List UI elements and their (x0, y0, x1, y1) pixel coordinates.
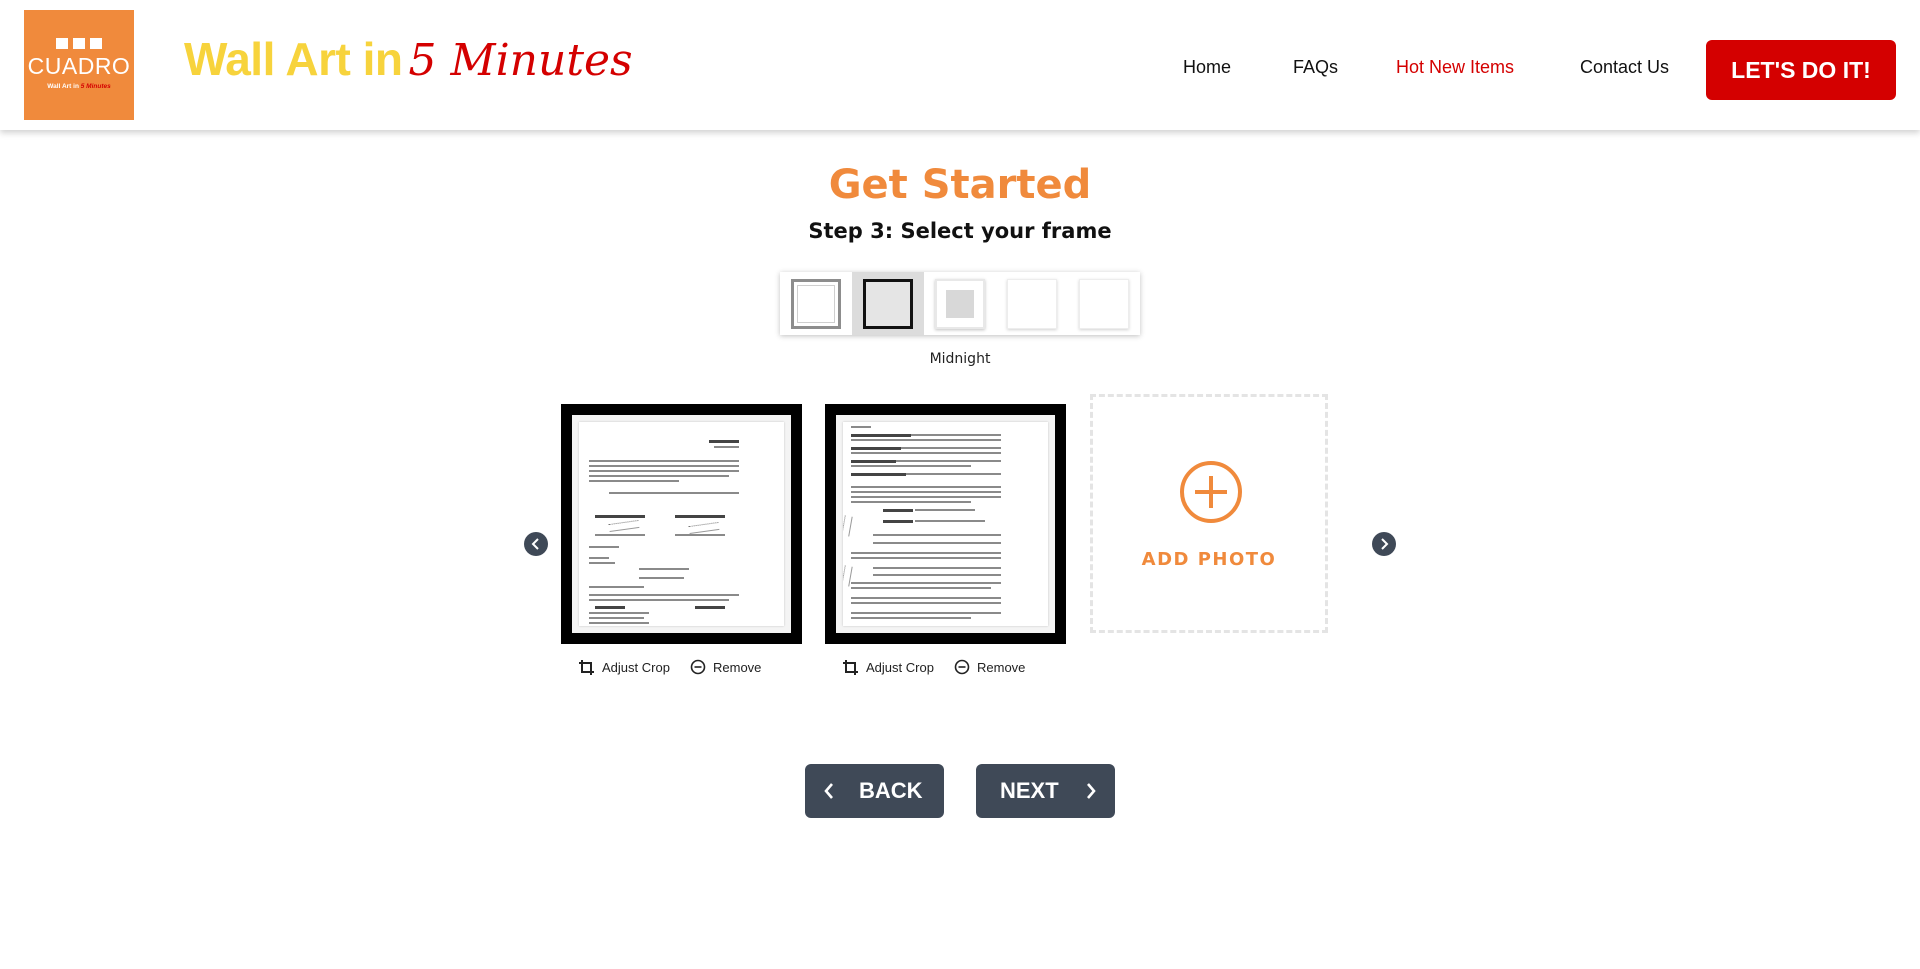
remove-button[interactable]: Remove (954, 659, 1025, 675)
selected-frame-name: Midnight (929, 351, 991, 367)
crop-icon (579, 660, 594, 675)
site-title[interactable]: Wall Art in 5 Minutes (184, 32, 633, 92)
frame-frameless-icon (1007, 279, 1057, 329)
frame-plain-icon (1079, 279, 1129, 329)
page-title: Get Started (828, 162, 1092, 208)
chevron-left-icon (531, 538, 539, 550)
remove-button[interactable]: Remove (690, 659, 761, 675)
frame-black-icon (863, 279, 913, 329)
photo-mat (836, 415, 1055, 633)
cuadro-logo[interactable]: CUADRO Wall Art in 5 Minutes (24, 10, 134, 120)
logo-tagline: Wall Art in 5 Minutes (24, 83, 134, 90)
chevron-right-icon (1086, 783, 1096, 799)
document-page-2-icon (843, 422, 1048, 626)
frame-option-4[interactable] (996, 272, 1068, 335)
logo-name: CUADRO (27, 53, 131, 79)
nav-home[interactable]: Home (1183, 57, 1231, 81)
logo-tagline-prefix: Wall Art in (47, 83, 79, 90)
lets-do-it-button[interactable]: LET'S DO IT! (1706, 40, 1896, 100)
nav-contact-us[interactable]: Contact Us (1580, 57, 1669, 81)
remove-label: Remove (713, 659, 762, 675)
next-label: NEXT (1000, 778, 1059, 803)
nav-faqs[interactable]: FAQs (1293, 57, 1338, 81)
back-label: BACK (859, 778, 923, 803)
step-label: Step 3: Select your frame (808, 219, 1112, 243)
add-circle-icon (1180, 461, 1242, 523)
crop-icon (843, 660, 858, 675)
photo-tile-1[interactable] (561, 404, 802, 644)
site-title-main: Wall Art in (184, 33, 403, 85)
document-page-1-icon (579, 422, 784, 626)
carousel-prev-button[interactable] (524, 532, 548, 556)
remove-circle-icon (954, 659, 970, 675)
add-photo-tile[interactable]: ADD PHOTO (1090, 394, 1328, 633)
frame-picker (780, 272, 1140, 335)
next-button[interactable]: NEXT (976, 764, 1115, 818)
frame-option-3[interactable] (924, 272, 996, 335)
remove-circle-icon (690, 659, 706, 675)
photo-tile-2[interactable] (825, 404, 1066, 644)
frame-white-double-icon (791, 279, 841, 329)
frame-option-5[interactable] (1068, 272, 1140, 335)
frame-option-1[interactable] (780, 272, 852, 335)
chevron-right-icon (1381, 538, 1389, 550)
back-button[interactable]: BACK (805, 764, 944, 818)
add-photo-label: ADD PHOTO (1141, 549, 1277, 570)
site-title-accent: 5 Minutes (408, 35, 633, 86)
adjust-crop-button[interactable]: Adjust Crop (578, 659, 670, 676)
adjust-crop-button[interactable]: Adjust Crop (842, 659, 934, 676)
chevron-left-icon (824, 783, 833, 799)
photo-mat (572, 415, 791, 633)
frame-mat-shadow-icon (935, 279, 985, 329)
logo-tagline-accent: 5 Minutes (80, 83, 111, 90)
logo-squares-icon (56, 38, 102, 49)
remove-label: Remove (977, 659, 1026, 675)
frame-option-2[interactable] (852, 272, 924, 335)
carousel-next-button[interactable] (1372, 532, 1396, 556)
nav-hot-new-items[interactable]: Hot New Items (1396, 57, 1514, 81)
adjust-crop-label: Adjust Crop (602, 660, 670, 675)
adjust-crop-label: Adjust Crop (866, 660, 934, 675)
site-header: CUADRO Wall Art in 5 Minutes Wall Art in… (0, 0, 1920, 130)
